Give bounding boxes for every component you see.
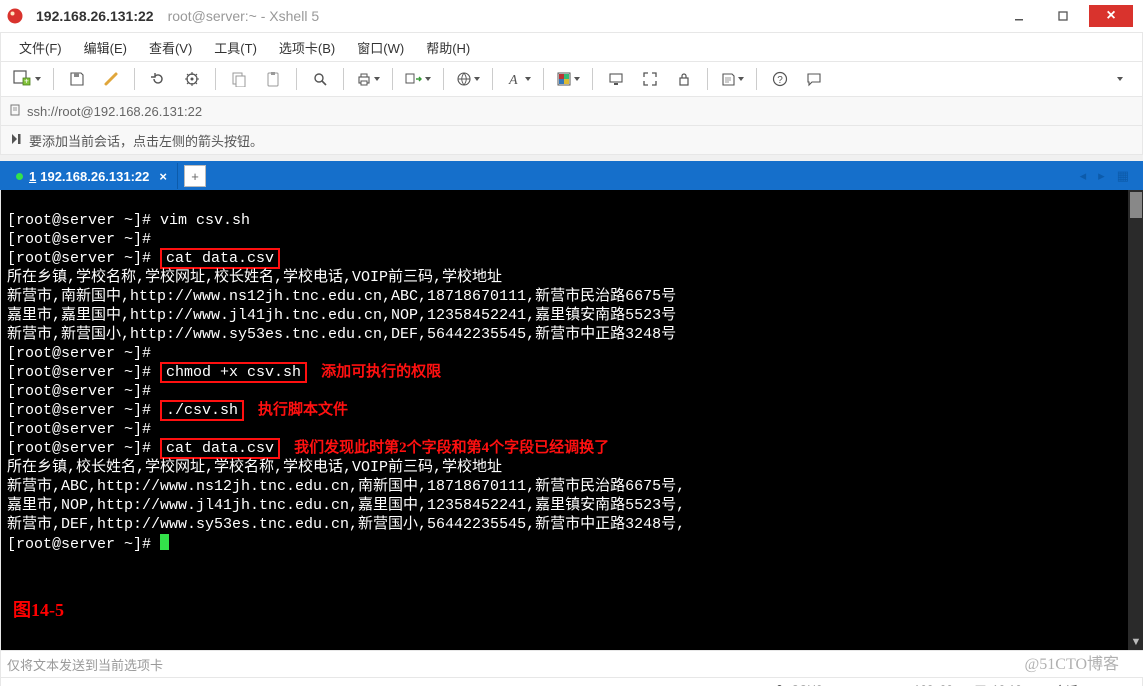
tab-session-1[interactable]: 1 192.168.26.131:22 × xyxy=(6,163,178,189)
main-toolbar: + A ? xyxy=(0,61,1143,97)
term-line: 嘉里市,嘉里国中,http://www.jl41jh.tnc.edu.cn,NO… xyxy=(7,307,676,324)
file-transfer-icon[interactable] xyxy=(401,66,435,92)
annotation-chmod: 添加可执行的权限 xyxy=(321,364,441,380)
annotation-run: 执行脚本文件 xyxy=(258,402,348,418)
term-line: [root@server ~]# xyxy=(7,440,160,457)
svg-text:+: + xyxy=(24,77,29,86)
address-bar[interactable]: ssh://root@192.168.26.131:22 xyxy=(0,97,1143,126)
maximize-button[interactable] xyxy=(1041,2,1085,30)
search-icon[interactable] xyxy=(305,66,335,92)
menu-edit[interactable]: 编辑(E) xyxy=(74,34,137,61)
term-line: [root@server ~]# xyxy=(7,421,151,438)
save-icon[interactable] xyxy=(62,66,92,92)
term-cmd-cat2: cat data.csv xyxy=(160,438,280,459)
help-icon[interactable]: ? xyxy=(765,66,795,92)
hint-text: 要添加当前会话，点击左侧的箭头按钮。 xyxy=(29,131,263,150)
bookmark-icon xyxy=(9,104,21,119)
term-cmd-chmod: chmod +x csv.sh xyxy=(160,362,307,383)
add-session-arrow-icon[interactable] xyxy=(9,132,23,149)
term-line: [root@server ~]# xyxy=(7,536,160,553)
hint-bar: 要添加当前会话，点击左侧的箭头按钮。 xyxy=(0,126,1143,155)
term-line: [root@server ~]# xyxy=(7,345,151,362)
term-line: 嘉里市,NOP,http://www.jl41jh.tnc.edu.cn,嘉里国… xyxy=(7,497,685,514)
terminal-output: [root@server ~]# vim csv.sh [root@server… xyxy=(7,192,1111,644)
terminal-scrollbar[interactable]: ▲ ▼ xyxy=(1128,190,1143,650)
term-line: 新营市,ABC,http://www.ns12jh.tnc.edu.cn,南新国… xyxy=(7,478,685,495)
term-line: [root@server ~]# vim csv.sh xyxy=(7,212,250,229)
status-sessions: 1 会话 xyxy=(1044,682,1078,686)
printer-icon[interactable] xyxy=(352,66,384,92)
scroll-down-icon[interactable]: ▼ xyxy=(1128,634,1143,650)
terminal-cursor xyxy=(160,534,169,550)
rdp-icon[interactable] xyxy=(601,66,631,92)
menu-file[interactable]: 文件(F) xyxy=(9,34,72,61)
term-line: 新营市,DEF,http://www.sy53es.tnc.edu.cn,新营国… xyxy=(7,516,685,533)
annotation-result: 我们发现此时第2个字段和第4个字段已经调换了 xyxy=(294,440,609,456)
font-icon[interactable]: A xyxy=(501,66,535,92)
term-cmd-cat1: cat data.csv xyxy=(160,248,280,269)
paste-icon[interactable] xyxy=(258,66,288,92)
globe-icon[interactable] xyxy=(452,66,484,92)
term-line: [root@server ~]# xyxy=(7,364,160,381)
title-host: 192.168.26.131:22 xyxy=(36,8,154,24)
address-text: ssh://root@192.168.26.131:22 xyxy=(27,104,202,119)
tab-prev-icon[interactable]: ◂ xyxy=(1074,168,1093,184)
svg-text:A: A xyxy=(508,73,518,87)
term-line: [root@server ~]# xyxy=(7,383,151,400)
fullscreen-icon[interactable] xyxy=(635,66,665,92)
menu-help[interactable]: 帮助(H) xyxy=(416,34,480,61)
new-session-icon[interactable]: + xyxy=(9,66,45,92)
menu-tools[interactable]: 工具(T) xyxy=(204,34,267,61)
send-text-placeholder: 仅将文本发送到当前选项卡 xyxy=(7,655,163,674)
term-line: 新营市,南新国中,http://www.ns12jh.tnc.edu.cn,AB… xyxy=(7,288,676,305)
tab-add-button[interactable]: + xyxy=(184,165,206,187)
menubar: 文件(F) 编辑(E) 查看(V) 工具(T) 选项卡(B) 窗口(W) 帮助(… xyxy=(0,33,1143,61)
svg-text:?: ? xyxy=(777,75,783,86)
lock-icon[interactable] xyxy=(669,66,699,92)
term-line: [root@server ~]# xyxy=(7,250,160,267)
color-scheme-icon[interactable] xyxy=(552,66,584,92)
term-line: [root@server ~]# xyxy=(7,402,160,419)
term-line: [root@server ~]# xyxy=(7,231,151,248)
minimize-button[interactable] xyxy=(997,2,1041,30)
title-rest: root@server:~ - Xshell 5 xyxy=(168,8,320,24)
script-icon[interactable] xyxy=(716,66,748,92)
scroll-thumb[interactable] xyxy=(1130,192,1142,218)
toolbar-overflow-icon[interactable] xyxy=(1104,66,1134,92)
app-icon xyxy=(6,7,24,25)
figure-caption: 图14-5 xyxy=(13,596,64,622)
tab-index: 1 xyxy=(29,169,36,184)
term-line: 所在乡镇,学校名称,学校网址,校长姓名,学校电话,VOIP前三码,学校地址 xyxy=(7,269,502,286)
compose-icon[interactable] xyxy=(96,66,126,92)
menu-view[interactable]: 查看(V) xyxy=(139,34,202,61)
tab-overview-icon[interactable]: ▦ xyxy=(1111,168,1135,184)
tab-close-icon[interactable]: × xyxy=(159,169,167,184)
properties-icon[interactable] xyxy=(177,66,207,92)
send-text-bar[interactable]: 仅将文本发送到当前选项卡 xyxy=(0,651,1143,678)
chat-icon[interactable] xyxy=(799,66,829,92)
term-line: 所在乡镇,校长姓名,学校网址,学校名称,学校电话,VOIP前三码,学校地址 xyxy=(7,459,502,476)
tab-label: 192.168.26.131:22 xyxy=(40,169,149,184)
menu-tabs[interactable]: 选项卡(B) xyxy=(269,34,345,61)
terminal-panel[interactable]: [root@server ~]# vim csv.sh [root@server… xyxy=(0,190,1143,651)
reconnect-icon[interactable] xyxy=(143,66,173,92)
copy-icon[interactable] xyxy=(224,66,254,92)
status-bar: SSH2 xterm 123x22 18,18 1 会话 xyxy=(0,678,1143,686)
tab-strip: 1 192.168.26.131:22 × + ◂ ▸ ▦ xyxy=(0,161,1143,191)
term-line: 新营市,新营国小,http://www.sy53es.tnc.edu.cn,DE… xyxy=(7,326,676,343)
titlebar: 192.168.26.131:22 root@server:~ - Xshell… xyxy=(0,0,1143,33)
term-cmd-run: ./csv.sh xyxy=(160,400,244,421)
tab-next-icon[interactable]: ▸ xyxy=(1092,168,1111,184)
connection-status-dot-icon xyxy=(16,173,23,180)
close-button[interactable]: × xyxy=(1089,5,1133,27)
menu-window[interactable]: 窗口(W) xyxy=(347,34,414,61)
